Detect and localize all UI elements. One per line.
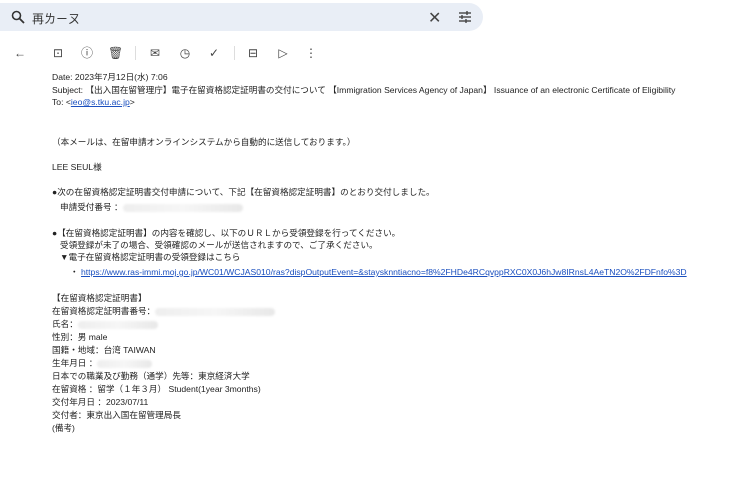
cert-issued-date: 交付年月日 ：2023/07/11: [52, 397, 149, 407]
back-arrow-icon[interactable]: ←: [13, 46, 27, 60]
email-to: To: <ieo@s.tku.ac.jp>: [52, 97, 135, 107]
cert-name: 氏名：: [52, 318, 158, 330]
cert-employer: 日本での職業及び勤務（通学）先等：東京経済大学: [52, 371, 250, 381]
redacted: [155, 307, 276, 316]
redacted: [77, 320, 158, 329]
name-label: 氏名：: [52, 319, 78, 329]
bullet-confirm: ●【在留資格認定証明書】の内容を確認し、以下のＵＲＬから受領登録を行ってください…: [52, 228, 401, 238]
cert-number: 在留資格認定証明書番号：: [52, 305, 276, 317]
report-spam-icon[interactable]: ⓘ: [80, 46, 94, 60]
dob-label: 生年月日 ：: [52, 358, 98, 368]
search-bar[interactable]: 再ㄌㄧㄡ ✕: [0, 3, 483, 31]
snooze-icon[interactable]: ◷: [178, 46, 192, 60]
receipt-label: 申請受付番号 ：: [60, 202, 123, 212]
cert-remarks: (備考): [52, 423, 75, 433]
auto-notice: （本メールは、在留申請オンラインシステムから自動的に送信しております。）: [52, 137, 356, 147]
confirm-note: 受領登録が未了の場合、受領確認のメールが送信されますので、ご了承ください。: [60, 240, 378, 250]
cert-number-label: 在留資格認定証明書番号：: [52, 306, 156, 316]
delete-icon[interactable]: 🗑: [108, 46, 123, 60]
cert-heading: 【在留資格認定証明書】: [52, 293, 147, 303]
redacted: [97, 359, 153, 368]
to-suffix: >: [129, 97, 135, 107]
search-options-icon[interactable]: [458, 10, 472, 24]
move-to-icon[interactable]: ⊟: [246, 46, 260, 60]
divider: [234, 46, 235, 60]
register-heading: ▼電子在留資格認定証明書の受領登録はこちら: [60, 252, 241, 262]
cert-nationality: 国籍・地域：台湾 TAIWAN: [52, 345, 156, 355]
cert-issuer: 交付者：東京出入国在留管理局長: [52, 410, 181, 420]
to-label: To: <: [52, 97, 71, 107]
to-email-link[interactable]: ieo@s.tku.ac.jp: [71, 97, 130, 107]
greeting: LEE SEUL様: [52, 162, 102, 172]
cert-sex: 性別：男 male: [52, 332, 108, 342]
search-icon[interactable]: [11, 10, 25, 24]
archive-icon[interactable]: ⊡: [51, 46, 65, 60]
cert-status: 在留資格 ：留学（１年３月） Student(1year 3months): [52, 384, 261, 394]
cert-dob: 生年月日 ：: [52, 357, 153, 369]
email-subject: Subject: 【出入国在留管理庁】電子在留資格認定証明書の交付について 【I…: [52, 85, 676, 95]
receipt-number: 申請受付番号 ：: [60, 201, 243, 213]
more-options-icon[interactable]: ⋮: [304, 46, 318, 60]
bullet-issued: ●次の在留資格認定証明書交付申請について、下記【在留資格認定証明書】のとおり交付…: [52, 187, 435, 197]
redacted: [122, 203, 243, 212]
register-link-row: ・ https://www.ras-immi.moj.go.jp/WC01/WC…: [70, 266, 687, 278]
search-input[interactable]: 再ㄌㄧㄡ: [32, 10, 80, 27]
mark-unread-icon[interactable]: ✉: [148, 46, 162, 60]
link-bullet: ・: [70, 267, 79, 277]
label-icon[interactable]: ▷: [276, 46, 290, 60]
register-link[interactable]: https://www.ras-immi.moj.go.jp/WC01/WCJA…: [81, 267, 687, 277]
email-date: Date: 2023年7月12日(水) 7:06: [52, 72, 168, 82]
add-to-tasks-icon[interactable]: ✓: [207, 46, 221, 60]
divider: [135, 46, 136, 60]
clear-search-icon[interactable]: ✕: [428, 8, 441, 28]
